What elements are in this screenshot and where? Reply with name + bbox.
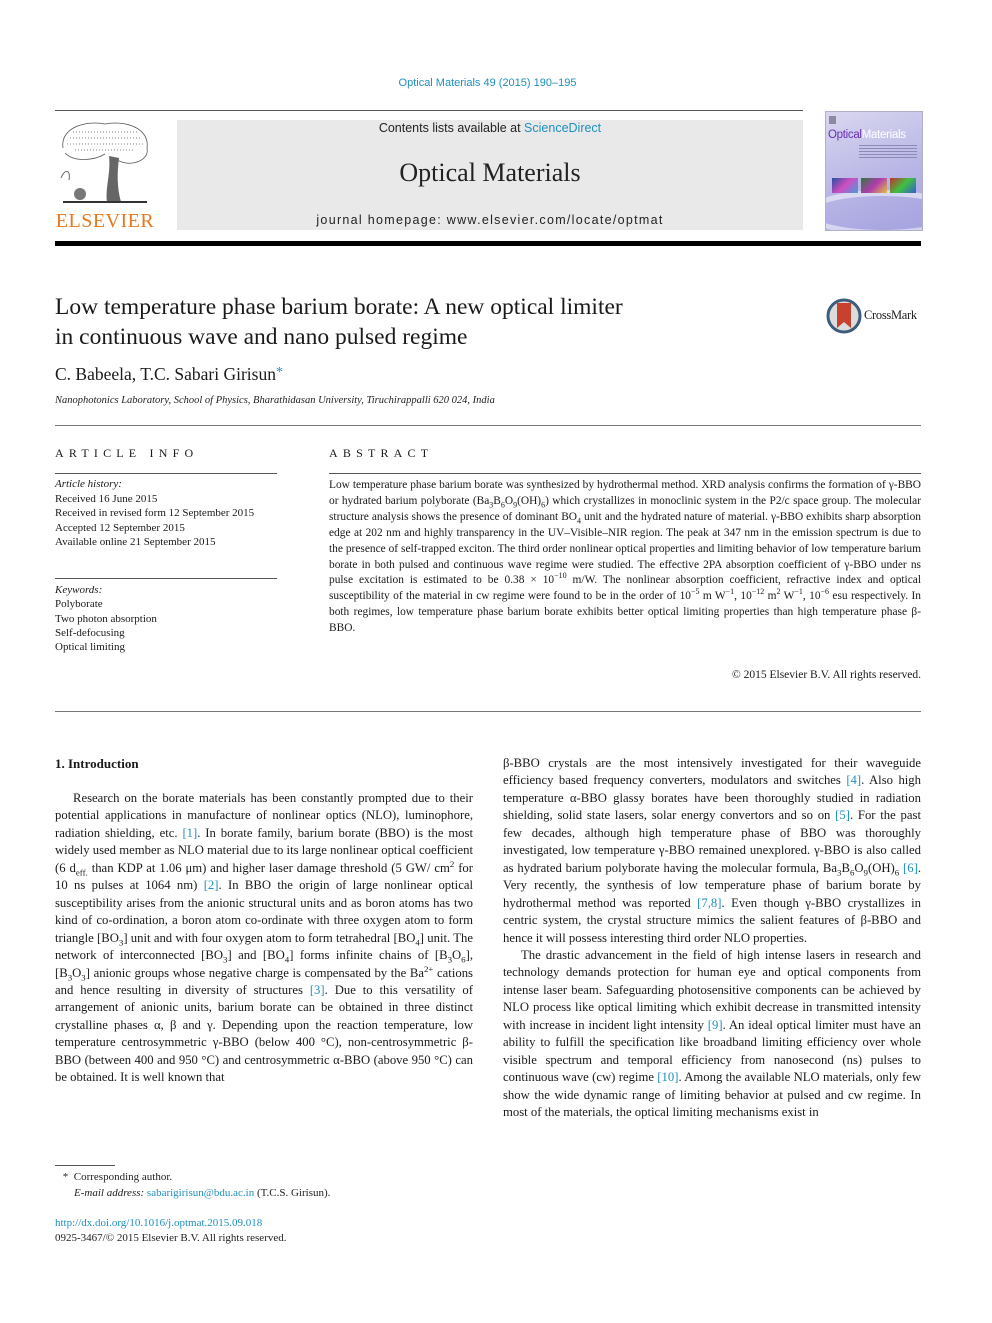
cover-image-1 (832, 178, 858, 193)
reference-link[interactable]: [7,8] (697, 896, 721, 910)
abstract-rule (329, 473, 921, 474)
body-column-left: Research on the borate materials has bee… (55, 790, 473, 1087)
email-link[interactable]: sabarigirisun@bdu.ac.in (147, 1187, 254, 1199)
cover-image-2 (861, 178, 887, 193)
elsevier-wordmark: ELSEVIER (55, 210, 155, 232)
reference-link[interactable]: [2] (204, 878, 219, 892)
article-title-line-1: Low temperature phase barium borate: A n… (55, 294, 623, 320)
masthead: Contents lists available at ScienceDirec… (177, 120, 803, 230)
issn-copyright: 0925-3467/© 2015 Elsevier B.V. All right… (55, 1231, 287, 1244)
article-info-heading: ARTICLE INFO (55, 446, 199, 460)
article-history: Article history: Received 16 June 2015 R… (55, 477, 277, 550)
email-note: E-mail address: sabarigirisun@bdu.ac.in … (74, 1186, 331, 1199)
cover-swirl (826, 190, 922, 230)
sciencedirect-link[interactable]: ScienceDirect (524, 121, 601, 135)
reference-link[interactable]: [3] (310, 983, 325, 997)
cover-title-light: Materials (861, 129, 906, 141)
section-divider (55, 425, 921, 426)
crossmark-label: CrossMark (864, 308, 917, 322)
article-info-rule (55, 473, 277, 474)
reference-link[interactable]: [9] (708, 1018, 723, 1032)
elsevier-logo[interactable]: ELSEVIER (55, 118, 155, 233)
paragraph: β-BBO crystals are the most intensively … (503, 756, 922, 945)
abstract-heading: ABSTRACT (329, 446, 434, 460)
history-received: Received 16 June 2015 (55, 492, 158, 505)
reference-link[interactable]: [4] (846, 773, 861, 787)
author-names: C. Babeela, T.C. Sabari Girisun (55, 364, 276, 384)
body-column-right: β-BBO crystals are the most intensively … (503, 755, 921, 1122)
masthead-bottom-rule (55, 241, 921, 246)
article-title-line-2: in continuous wave and nano pulsed regim… (55, 324, 468, 350)
section-divider (55, 711, 921, 712)
keyword: Optical limiting (55, 641, 125, 654)
reference-link[interactable]: [5] (835, 808, 850, 822)
cover-image-3 (890, 178, 916, 193)
history-online: Available online 21 September 2015 (55, 536, 216, 549)
footnote: * Corresponding author. E-mail address: … (60, 1170, 331, 1201)
corresponding-author-note: * Corresponding author. (62, 1171, 173, 1183)
contents-line: Contents lists available at ScienceDirec… (177, 120, 803, 135)
masthead-top-rule (55, 110, 803, 111)
doi-block: http://dx.doi.org/10.1016/j.optmat.2015.… (55, 1216, 287, 1245)
crossmark-icon (826, 298, 862, 334)
elsevier-tree-icon (60, 122, 148, 203)
paragraph: The drastic advancement in the field of … (503, 947, 921, 1120)
doi-link[interactable]: http://dx.doi.org/10.1016/j.optmat.2015.… (55, 1217, 262, 1229)
cover-title-dark: Optical (828, 129, 862, 141)
affiliation: Nanophotonics Laboratory, School of Phys… (55, 395, 495, 406)
journal-citation-link[interactable]: Optical Materials 49 (2015) 190–195 (0, 77, 975, 89)
keywords: Keywords: Polyborate Two photon absorpti… (55, 583, 277, 654)
journal-homepage-link[interactable]: journal homepage: www.elsevier.com/locat… (177, 213, 803, 227)
keyword: Self-defocusing (55, 626, 125, 639)
abstract-copyright: © 2015 Elsevier B.V. All rights reserved… (732, 669, 921, 681)
cover-images (832, 178, 916, 193)
article-history-label: Article history: (55, 478, 122, 490)
contents-prefix: Contents lists available at (378, 121, 525, 135)
section-heading-introduction: 1. Introduction (55, 756, 139, 771)
keyword: Two photon absorption (55, 612, 157, 625)
corresponding-author-marker[interactable]: * (276, 365, 283, 380)
journal-title: Optical Materials (399, 158, 581, 187)
keyword: Polyborate (55, 598, 103, 611)
footnote-rule (55, 1165, 115, 1166)
cover-subtitle (859, 145, 917, 159)
keywords-label: Keywords: (55, 584, 103, 596)
authors: C. Babeela, T.C. Sabari Girisun* (55, 364, 283, 385)
cover-emblem-icon (829, 116, 836, 124)
abstract-text: Low temperature phase barium borate was … (329, 479, 921, 635)
article-title: Low temperature phase barium borate: A n… (55, 292, 755, 352)
cover-title: OpticalMaterials (828, 129, 906, 141)
keywords-rule (55, 578, 277, 579)
history-revised: Received in revised form 12 September 20… (55, 507, 255, 520)
reference-link[interactable]: [6] (903, 861, 918, 875)
reference-link[interactable]: [10] (657, 1070, 678, 1084)
reference-link[interactable]: [1] (182, 826, 197, 840)
journal-cover-image[interactable]: OpticalMaterials (825, 111, 923, 231)
history-accepted: Accepted 12 September 2015 (55, 521, 185, 534)
paragraph: Research on the borate materials has bee… (55, 791, 474, 1085)
crossmark-button[interactable]: CrossMark (826, 298, 926, 334)
